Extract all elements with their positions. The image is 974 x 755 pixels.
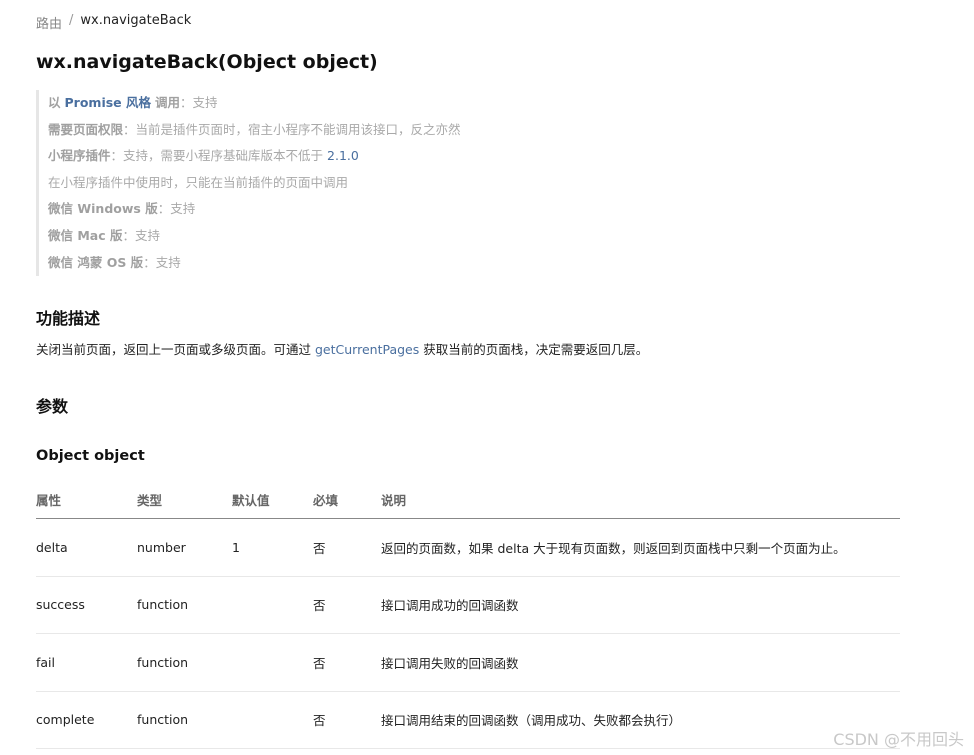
table-row: fail function 否 接口调用失败的回调函数 (36, 633, 900, 692)
table-row: success function 否 接口调用成功的回调函数 (36, 576, 900, 634)
colon: ： (122, 227, 136, 243)
cell-required: 否 (313, 633, 381, 692)
support-plugin-note: 在小程序插件中使用时，只能在当前插件的页面中调用 (48, 174, 349, 190)
colon: ： (180, 95, 193, 110)
params-table: 属性 类型 默认值 必填 说明 delta number 1 否 返回的页面数，… (36, 480, 900, 749)
cell-default (232, 633, 313, 692)
header-required: 必填 (313, 480, 381, 519)
table-header-row: 属性 类型 默认值 必填 说明 (36, 480, 900, 519)
description-heading: 功能描述 (36, 309, 101, 328)
csdn-watermark: CSDN @不用回头 (833, 730, 964, 749)
harmony-value: 支持 (155, 254, 181, 270)
object-heading: Object object (36, 448, 145, 464)
cell-description: 返回的页面数，如果 delta 大于现有页面数，则返回到页面栈中只剩一个页面为止… (381, 518, 900, 577)
cell-type: function (137, 576, 232, 634)
cell-required: 否 (313, 691, 381, 749)
colon: ： (157, 201, 171, 217)
cell-description: 接口调用成功的回调函数 (381, 576, 900, 634)
support-permission: 需要页面权限：当前是插件页面时，宿主小程序不能调用该接口，反之亦然 (48, 117, 461, 144)
params-heading: 参数 (36, 397, 69, 416)
promise-value: 支持 (192, 95, 218, 110)
cell-property: fail (36, 633, 137, 692)
cell-description: 接口调用结束的回调函数（调用成功、失败都会执行） (381, 691, 900, 749)
harmony-label: 微信 鸿蒙 OS 版 (48, 254, 144, 270)
promise-style-link[interactable]: Promise 风格 (65, 95, 152, 110)
plugin-version-link[interactable]: 2.1.0 (327, 148, 359, 163)
table-row: delta number 1 否 返回的页面数，如果 delta 大于现有页面数… (36, 518, 900, 577)
colon: ： (143, 254, 156, 270)
description-before: 关闭当前页面，返回上一页面或多级页面。可通过 (36, 342, 312, 357)
header-type: 类型 (137, 480, 232, 519)
cell-required: 否 (313, 518, 381, 577)
cell-required: 否 (313, 576, 381, 634)
windows-label: 微信 Windows 版 (48, 201, 158, 217)
mac-label: 微信 Mac 版 (48, 227, 123, 243)
get-current-pages-link[interactable]: getCurrentPages (315, 342, 419, 357)
cell-type: function (137, 691, 232, 749)
support-promise: 以 Promise 风格 调用：支持 (48, 90, 461, 117)
table-row: complete function 否 接口调用结束的回调函数（调用成功、失败都… (36, 691, 900, 749)
page-title: wx.navigateBack(Object object) (36, 51, 378, 73)
support-info-block: 以 Promise 风格 调用：支持 需要页面权限：当前是插件页面时，宿主小程序… (36, 90, 461, 277)
support-harmony: 微信 鸿蒙 OS 版：支持 (48, 250, 461, 277)
description-after: 获取当前的页面栈，决定需要返回几层。 (423, 342, 649, 357)
colon: ： (110, 148, 124, 164)
promise-prefix: 以 (48, 95, 61, 110)
breadcrumb-current: wx.navigateBack (80, 13, 192, 28)
header-description: 说明 (381, 480, 900, 519)
support-plugin: 小程序插件：支持，需要小程序基础库版本不低于 2.1.0 (48, 143, 461, 170)
breadcrumb: 路由 / wx.navigateBack (36, 13, 191, 32)
breadcrumb-parent-link[interactable]: 路由 (36, 13, 62, 32)
plugin-label: 小程序插件 (48, 148, 111, 164)
windows-value: 支持 (170, 201, 196, 217)
permission-value: 当前是插件页面时，宿主小程序不能调用该接口，反之亦然 (135, 121, 461, 137)
breadcrumb-separator: / (69, 13, 74, 28)
cell-property: success (36, 576, 137, 634)
cell-default (232, 576, 313, 634)
cell-property: complete (36, 691, 137, 749)
description-text: 关闭当前页面，返回上一页面或多级页面。可通过 getCurrentPages 获… (36, 339, 648, 358)
cell-description: 接口调用失败的回调函数 (381, 633, 900, 692)
cell-property: delta (36, 518, 137, 577)
cell-type: number (137, 518, 232, 577)
header-property: 属性 (36, 480, 137, 519)
mac-value: 支持 (135, 227, 161, 243)
plugin-value: 支持，需要小程序基础库版本不低于 (123, 148, 324, 164)
cell-default (232, 691, 313, 749)
promise-suffix: 调用 (154, 95, 180, 110)
cell-type: function (137, 633, 232, 692)
support-windows: 微信 Windows 版：支持 (48, 196, 461, 223)
permission-label: 需要页面权限 (48, 121, 124, 137)
header-default: 默认值 (232, 480, 313, 519)
colon: ： (123, 121, 136, 137)
support-mac: 微信 Mac 版：支持 (48, 223, 461, 250)
cell-default: 1 (232, 518, 313, 577)
